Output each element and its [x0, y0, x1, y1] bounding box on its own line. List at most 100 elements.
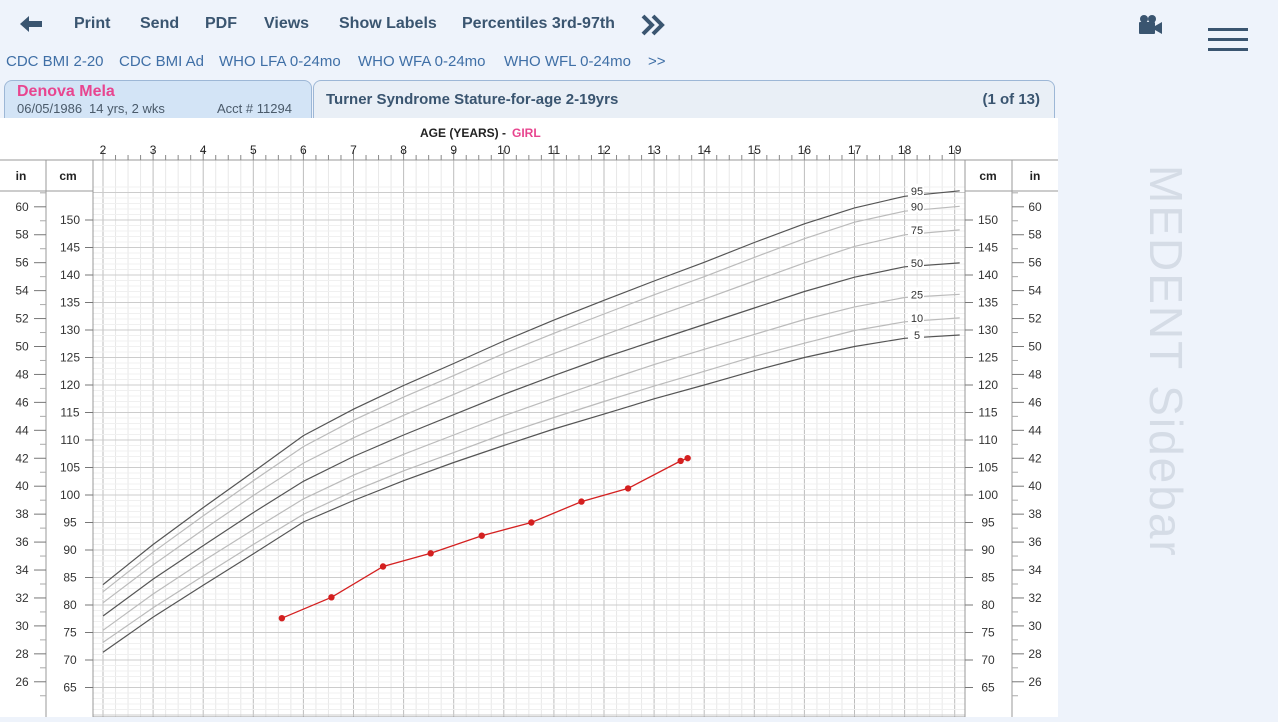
right-inch-label: 42 [1028, 451, 1042, 465]
chart-title-tab[interactable]: Turner Syndrome Stature-for-age 2-19yrs … [313, 80, 1055, 118]
right-cm-label: 130 [978, 323, 998, 337]
right-cm-label: 90 [981, 543, 995, 557]
right-cm-label: 110 [978, 433, 997, 447]
patient-height-point [328, 594, 335, 601]
right-inch-label: 58 [1028, 228, 1042, 242]
left-cm-label: 85 [63, 571, 77, 585]
print-button[interactable]: Print [74, 15, 110, 33]
percentile-label-50: 50 [911, 258, 923, 270]
left-inch-label: 30 [15, 619, 29, 633]
right-inch-label: 26 [1028, 675, 1042, 689]
right-cm-label: 85 [981, 571, 995, 585]
left-inch-label: 34 [15, 563, 29, 577]
growth-chart: AGE (YEARS) - GIRL2 3 4 5 6 7 8 9 10 11 12 13 14 15 16 1… [0, 126, 1058, 718]
left-cm-label: 145 [60, 241, 80, 255]
patient-name: Denova Mela [17, 83, 115, 100]
chart-link-who-lfa[interactable]: WHO LFA 0-24mo [219, 53, 341, 70]
chart-link-cdc-bmi-ad[interactable]: CDC BMI Ad [119, 53, 204, 70]
patient-height-point [478, 532, 485, 539]
percentile-label-75: 75 [911, 225, 923, 237]
patient-height-point [578, 498, 585, 505]
x-tick-label: 16 [798, 143, 812, 157]
patient-height-point [379, 563, 387, 570]
hamburger-menu-icon[interactable] [1208, 26, 1248, 52]
send-button[interactable]: Send [140, 15, 179, 33]
patient-height-point [278, 615, 286, 622]
left-cm-label: 70 [63, 653, 77, 667]
pdf-button[interactable]: PDF [205, 15, 237, 33]
right-cm-label: 115 [978, 406, 997, 420]
left-inch-label: 54 [15, 284, 29, 298]
patient-height-point [684, 454, 691, 462]
left-inch-label: 38 [15, 507, 29, 521]
percentile-label-10: 10 [911, 313, 923, 325]
left-inch-label: 52 [15, 312, 29, 326]
patient-dob: 06/05/1986 [17, 101, 83, 116]
left-unit-in-label: in [16, 169, 27, 183]
right-cm-label: 120 [978, 378, 998, 392]
x-tick-label: 9 [450, 143, 457, 157]
left-cm-label: 95 [63, 516, 77, 530]
x-tick-label: 18 [898, 143, 912, 157]
svg-text:MEDENT Sidebar: MEDENT Sidebar [1140, 165, 1192, 558]
chart-link-cdc-bmi-2-20[interactable]: CDC BMI 2-20 [6, 53, 104, 70]
right-inch-label: 54 [1028, 284, 1042, 298]
left-cm-label: 115 [60, 406, 79, 420]
left-cm-label: 105 [60, 461, 80, 475]
x-tick-label: 19 [948, 143, 962, 157]
right-inch-label: 50 [1028, 340, 1042, 354]
chart-link-who-wfa[interactable]: WHO WFA 0-24mo [358, 53, 486, 70]
left-cm-label: 90 [63, 543, 77, 557]
show-labels-button[interactable]: Show Labels [339, 15, 437, 33]
x-tick-label: 5 [250, 143, 257, 157]
left-cm-label: 125 [60, 351, 80, 365]
chart-page-indicator: (1 of 13) [982, 91, 1040, 108]
chart-link-more[interactable]: >> [648, 53, 666, 70]
patient-height-point [427, 550, 434, 557]
right-inch-label: 44 [1028, 423, 1042, 437]
left-cm-label: 75 [63, 626, 77, 640]
patient-height-point [624, 485, 632, 492]
back-arrow-icon[interactable] [18, 13, 44, 35]
left-inch-label: 42 [15, 451, 29, 465]
x-tick-label: 14 [698, 143, 712, 157]
x-tick-label: 7 [350, 143, 357, 157]
left-cm-label: 65 [63, 681, 77, 695]
patient-age: 14 yrs, 2 wks [89, 101, 165, 116]
video-camera-icon[interactable] [1137, 13, 1163, 37]
right-inch-label: 52 [1028, 312, 1042, 326]
right-inch-label: 40 [1028, 479, 1042, 493]
x-tick-label: 4 [200, 143, 207, 157]
percentiles-button[interactable]: Percentiles 3rd-97th [462, 15, 615, 33]
left-inch-label: 60 [15, 200, 29, 214]
left-inch-label: 26 [15, 675, 29, 689]
left-cm-label: 80 [63, 598, 77, 612]
patient-tab[interactable]: Denova Mela 06/05/1986 14 yrs, 2 wks Acc… [4, 80, 312, 118]
right-cm-label: 65 [981, 681, 995, 695]
x-tick-label: 17 [848, 143, 862, 157]
patient-height-point [677, 457, 684, 465]
left-cm-label: 100 [60, 488, 80, 502]
right-cm-label: 75 [981, 626, 995, 640]
left-unit-cm-label: cm [59, 169, 76, 183]
views-button[interactable]: Views [264, 15, 309, 33]
left-cm-label: 150 [60, 213, 80, 227]
right-unit-cm-label: cm [979, 169, 996, 183]
right-inch-label: 60 [1028, 200, 1042, 214]
right-cm-label: 100 [978, 488, 998, 502]
left-cm-label: 140 [60, 268, 80, 282]
right-inch-label: 32 [1028, 591, 1042, 605]
x-tick-label: 2 [100, 143, 107, 157]
chart-link-who-wfl[interactable]: WHO WFL 0-24mo [504, 53, 631, 70]
minor-grid [93, 160, 965, 717]
left-inch-label: 28 [15, 647, 29, 661]
chart-tabs: Denova Mela 06/05/1986 14 yrs, 2 wks Acc… [0, 80, 1060, 120]
x-tick-label: 6 [300, 143, 307, 157]
left-inch-label: 46 [15, 395, 29, 409]
x-tick-label: 10 [497, 143, 511, 157]
right-inch-label: 38 [1028, 507, 1042, 521]
double-chevron-right-icon[interactable] [640, 13, 666, 37]
x-tick-label: 15 [748, 143, 762, 157]
percentile-label-5: 5 [914, 330, 920, 342]
percentile-label-95: 95 [911, 186, 923, 198]
